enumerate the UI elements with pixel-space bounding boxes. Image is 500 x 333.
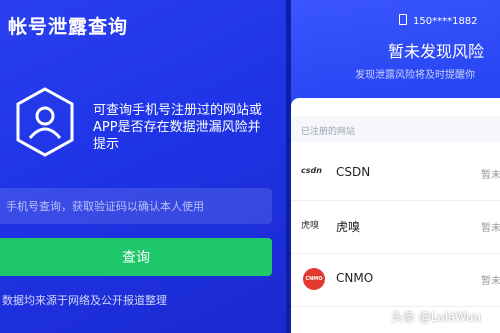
page-title: 帐号泄露查询 xyxy=(8,16,129,38)
user-shield-icon xyxy=(16,87,74,157)
site-status: 暂未 xyxy=(481,276,500,287)
watermark: 头条 @LuisWuu xyxy=(391,310,482,324)
csdn-logo: csdn xyxy=(301,166,322,175)
site-row-cnmo[interactable]: CNMO CNMO 暂未 xyxy=(291,254,500,307)
site-name: CSDN xyxy=(336,165,371,179)
result-title: 暂未发现风险 xyxy=(388,42,485,61)
feature-description: 可查询手机号注册过的网站或APP是否存在数据泄漏风险并提示 xyxy=(93,103,263,152)
cnmo-logo: CNMO xyxy=(303,268,325,290)
huxiu-logo: 虎嗅 xyxy=(301,221,320,231)
phone-input[interactable]: 手机号查询，获取验证码以确认本人使用 xyxy=(0,188,272,224)
phone-number-text: 150****1882 xyxy=(413,16,478,27)
result-subtitle: 发现泄露风险将及时提醒你 xyxy=(355,70,475,81)
sites-section-label: 已注册的网站 xyxy=(301,127,356,137)
phone-input-placeholder: 手机号查询，获取验证码以确认本人使用 xyxy=(6,200,204,213)
site-status: 暂未 xyxy=(481,170,500,181)
site-status: 暂未 xyxy=(481,223,500,234)
right-panel: 150****1882 暂未发现风险 发现泄露风险将及时提醒你 已注册的网站 c… xyxy=(291,0,500,333)
left-panel: 帐号泄露查询 可查询手机号注册过的网站或APP是否存在数据泄漏风险并提示 手机号… xyxy=(0,0,286,333)
phone-number: 150****1882 xyxy=(399,14,478,27)
site-row-csdn[interactable]: csdn CSDN 暂未 xyxy=(291,148,500,201)
phone-icon xyxy=(399,14,407,25)
site-name: CNMO xyxy=(336,271,374,285)
data-source-note: 数据均来源于网络及公开报道整理 xyxy=(2,294,167,307)
query-button[interactable]: 查询 xyxy=(0,238,272,276)
site-row-huxiu[interactable]: 虎嗅 虎嗅 暂未 xyxy=(291,201,500,254)
site-name: 虎嗅 xyxy=(336,220,361,234)
